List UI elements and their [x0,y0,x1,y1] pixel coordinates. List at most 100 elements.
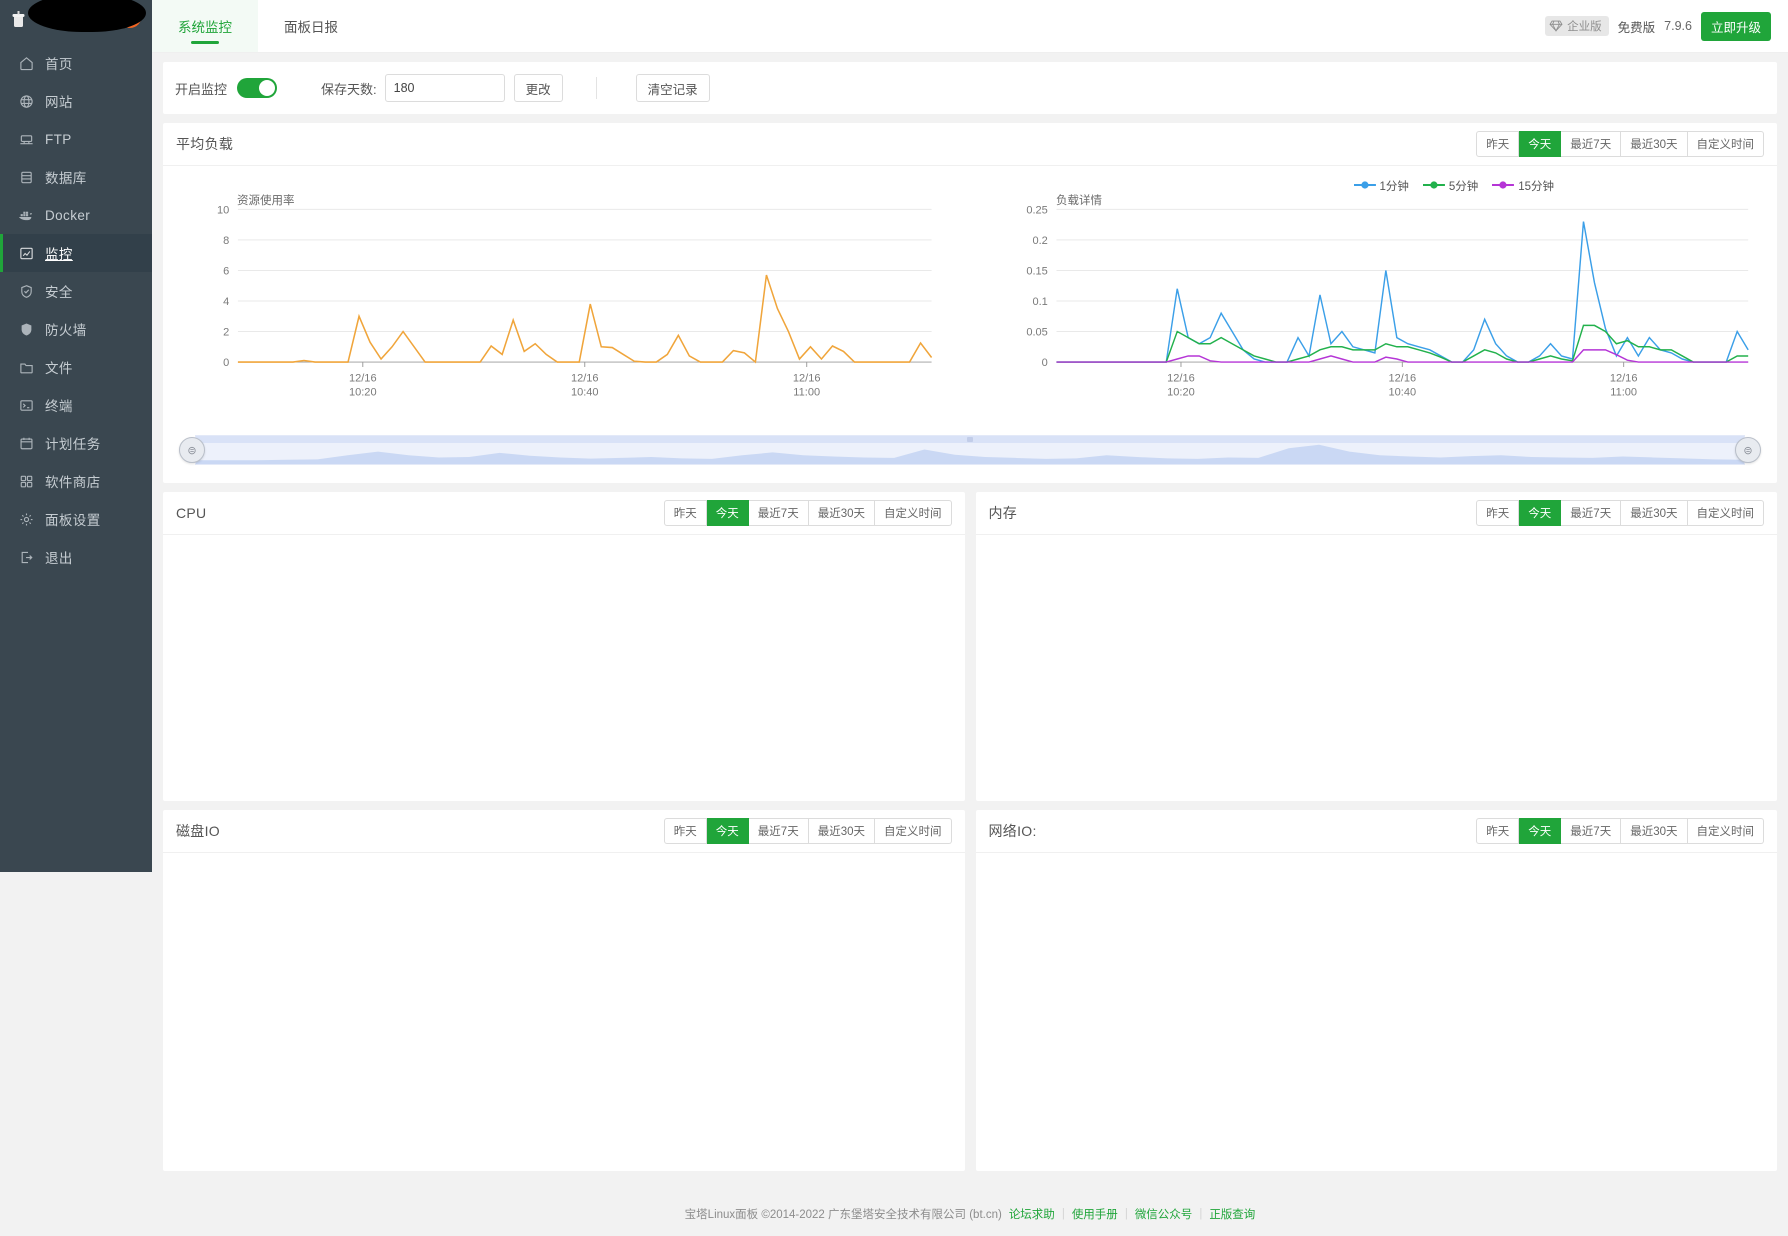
sidebar-item-files[interactable]: 文件 [0,348,152,386]
save-days-input[interactable] [384,74,505,102]
sidebar-item-panel-settings[interactable]: 面板设置 [0,500,152,538]
range-custom[interactable]: 自定义时间 [875,818,952,844]
sidebar: 首页 网站 FTP 数据库 Docker 监控 安全 防火墙 文件 终端 计划任… [0,0,152,872]
range-last30days[interactable]: 最近30天 [1621,818,1688,844]
change-button[interactable]: 更改 [513,74,563,102]
sidebar-item-label: 计划任务 [45,437,101,452]
memory-chart-area[interactable] [976,535,1778,801]
legend-item-1min[interactable]: 1分钟 [1353,177,1409,195]
chart-datazoom-slider[interactable]: ⊜ ⊜ [179,431,1761,473]
svg-text:2: 2 [223,326,229,338]
sidebar-item-docker[interactable]: Docker [0,196,152,234]
range-yesterday[interactable]: 昨天 [663,500,707,526]
range-selector-network: 昨天 今天 最近7天 最近30天 自定义时间 [1476,818,1764,844]
sidebar-item-ftp[interactable]: FTP [0,120,152,158]
disk-io-chart-area[interactable] [163,853,965,1171]
sidebar-item-logout[interactable]: 退出 [0,538,152,576]
sidebar-item-label: 软件商店 [45,475,101,490]
range-last30days[interactable]: 最近30天 [808,818,875,844]
upgrade-button[interactable]: 立即升级 [1700,11,1771,41]
range-last7days[interactable]: 最近7天 [1561,500,1622,526]
tab-system-monitor[interactable]: 系统监控 [152,0,258,52]
terminal-icon [18,397,34,413]
cpu-chart-area[interactable] [163,535,965,801]
sidebar-item-security[interactable]: 安全 [0,272,152,310]
sidebar-item-website[interactable]: 网站 [0,82,152,120]
sidebar-logo[interactable] [0,0,152,40]
range-custom[interactable]: 自定义时间 [1687,131,1764,157]
range-yesterday[interactable]: 昨天 [1476,818,1520,844]
resource-usage-chart[interactable]: 资源使用率 0 2 4 6 8 10 12/16 10:20 12/16 10:40 12/16 1… [163,170,970,431]
sidebar-item-label: 首页 [45,57,73,72]
cpu-memory-row: CPU 昨天 今天 最近7天 最近30天 自定义时间 内存 昨天 今天 最近7天… [163,492,1777,801]
sidebar-item-cron[interactable]: 计划任务 [0,424,152,462]
range-last30days[interactable]: 最近30天 [1621,131,1688,157]
datazoom-handle-right[interactable]: ⊜ [1735,437,1761,463]
range-yesterday[interactable]: 昨天 [1476,500,1520,526]
enterprise-badge-label: 企业版 [1567,21,1602,33]
range-last7days[interactable]: 最近7天 [748,818,809,844]
sidebar-item-label: Docker [45,207,91,223]
legend-marker-15min [1492,177,1515,195]
datazoom-handle-left[interactable]: ⊜ [179,437,205,463]
footer-link-license[interactable]: 正版查询 [1209,1206,1255,1222]
sidebar-item-label: 终端 [45,399,73,414]
range-today[interactable]: 今天 [1519,500,1562,526]
resource-usage-chart-svg: 0246810 12/1610:2012/1610:4012/1611:00 [217,204,933,399]
enterprise-badge[interactable]: 企业版 [1545,16,1609,36]
folder-icon [18,359,34,375]
sidebar-item-monitor[interactable]: 监控 [0,234,152,272]
range-yesterday[interactable]: 昨天 [1476,131,1520,157]
cpu-panel: CPU 昨天 今天 最近7天 最近30天 自定义时间 [163,492,965,801]
range-custom[interactable]: 自定义时间 [1687,818,1764,844]
range-today[interactable]: 今天 [706,818,749,844]
page-title: 平均负载 [176,136,234,152]
range-last30days[interactable]: 最近30天 [808,500,875,526]
footer-separator: | [1199,1208,1203,1220]
sidebar-item-database[interactable]: 数据库 [0,158,152,196]
svg-text:0: 0 [1042,357,1048,369]
load-detail-legend: 1分钟 5分钟 15分钟 [1353,177,1554,195]
svg-text:0.25: 0.25 [1026,204,1047,216]
svg-text:0: 0 [223,357,229,369]
memory-panel: 内存 昨天 今天 最近7天 最近30天 自定义时间 [975,492,1778,801]
footer-link-manual[interactable]: 使用手册 [1072,1206,1118,1222]
legend-item-15min[interactable]: 15分钟 [1492,177,1554,195]
range-yesterday[interactable]: 昨天 [663,818,707,844]
sidebar-item-home[interactable]: 首页 [0,44,152,82]
tab-label: 系统监控 [178,20,232,35]
tab-panel-report[interactable]: 面板日报 [258,0,364,52]
monitor-enable-toggle[interactable] [237,78,278,98]
range-custom[interactable]: 自定义时间 [875,500,952,526]
network-io-panel-header: 网络IO: 昨天 今天 最近7天 最近30天 自定义时间 [975,810,1777,853]
sidebar-item-appstore[interactable]: 软件商店 [0,462,152,500]
range-last30days[interactable]: 最近30天 [1621,500,1688,526]
topbar: 系统监控 面板日报 企业版 免费版 7.9.6 立即升级 [152,0,1788,53]
range-today[interactable]: 今天 [706,500,749,526]
clear-records-button[interactable]: 清空记录 [635,74,710,102]
svg-text:10:40: 10:40 [571,386,599,398]
range-today[interactable]: 今天 [1519,818,1562,844]
network-io-chart-area[interactable] [976,853,1778,1171]
footer-link-wechat[interactable]: 微信公众号 [1135,1206,1193,1222]
svg-text:10:20: 10:20 [1167,386,1195,398]
range-custom[interactable]: 自定义时间 [1687,500,1764,526]
sidebar-item-label: 退出 [45,551,73,566]
sidebar-nav: 首页 网站 FTP 数据库 Docker 监控 安全 防火墙 文件 终端 计划任… [0,40,152,872]
range-last7days[interactable]: 最近7天 [1561,131,1622,157]
range-last7days[interactable]: 最近7天 [748,500,809,526]
svg-text:12/16: 12/16 [1389,373,1417,385]
legend-item-5min[interactable]: 5分钟 [1422,177,1478,195]
footer-link-forum[interactable]: 论坛求助 [1009,1206,1055,1222]
svg-text:12/16: 12/16 [571,373,599,385]
range-today[interactable]: 今天 [1519,131,1562,157]
disk-io-panel: 磁盘IO 昨天 今天 最近7天 最近30天 自定义时间 [163,810,965,1171]
sidebar-item-terminal[interactable]: 终端 [0,386,152,424]
datazoom-track[interactable] [195,435,1745,465]
range-last7days[interactable]: 最近7天 [1561,818,1622,844]
average-load-panel: 平均负载 昨天 今天 最近7天 最近30天 自定义时间 资源使用率 0 2 4 6 8 1… [163,123,1777,483]
load-detail-chart[interactable]: 1分钟 5分钟 15分钟 负载详情 0 0.05 0.1 0.15 0.2 0.… [970,170,1777,431]
save-days-label: 保存天数: [321,81,377,97]
sidebar-item-firewall[interactable]: 防火墙 [0,310,152,348]
sidebar-item-label: 监控 [45,247,73,262]
